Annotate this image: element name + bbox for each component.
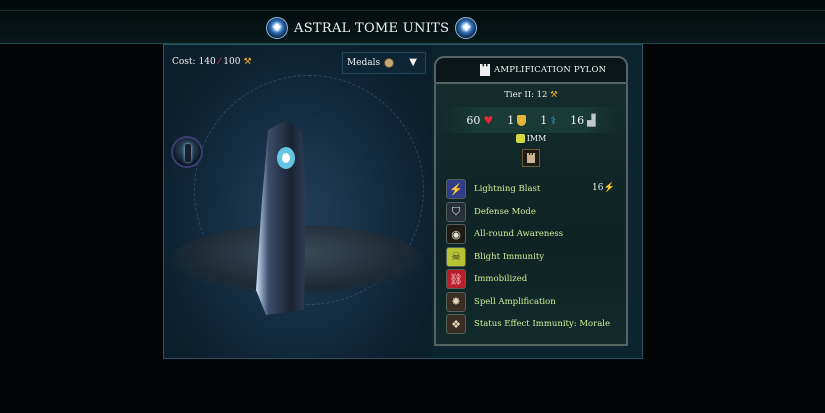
tier-text: Tier II: 12 [504, 90, 548, 100]
stat-defense[interactable]: 1 [507, 113, 527, 127]
resistance-value: 1 [540, 113, 548, 127]
stat-resistance[interactable]: 1 ⚕ [540, 114, 556, 127]
ability-label: Defense Mode [474, 206, 536, 217]
movement-value: 16 [570, 113, 585, 127]
unit-3d-view[interactable]: Cost: 140 ⁄ 100 ⚒ Medals ▼ [164, 45, 432, 358]
ability-status-effect-immunity-morale[interactable]: ❖ Status Effect Immunity: Morale [446, 314, 626, 334]
card-header: AMPLIFICATION PYLON [434, 56, 628, 84]
unit-panel: Cost: 140 ⁄ 100 ⚒ Medals ▼ AMPLIFICATION… [163, 44, 643, 359]
ability-value: 16⚡ [592, 183, 615, 193]
mask-icon: ❖ [446, 314, 466, 334]
unit-name: AMPLIFICATION PYLON [494, 65, 607, 75]
tower-icon [480, 64, 490, 76]
unit-avatar[interactable] [171, 136, 203, 168]
medals-label: Medals [347, 58, 381, 68]
page-title: ASTRAL TOME UNITS [294, 20, 450, 36]
ability-label: Blight Immunity [474, 251, 545, 262]
lightning-icon: ⚡ [603, 183, 615, 193]
pylon-model [256, 120, 306, 315]
star-gem-icon [455, 17, 478, 39]
ability-label: Spell Amplification [474, 296, 556, 307]
resistance-icon: ⚕ [550, 113, 557, 127]
top-bar: ASTRAL TOME UNITS [0, 0, 825, 44]
ability-damage-value: 16 [592, 183, 604, 193]
tier-line: Tier II: 12 ⚒ [436, 90, 626, 100]
cost-mana-value: 140 [198, 57, 216, 67]
cost-label: Cost: [172, 57, 196, 67]
cost-gold-value: 100 [223, 57, 241, 67]
ability-all-round-awareness[interactable]: ◉ All-round Awareness [446, 224, 626, 244]
skull-icon: ☠ [446, 246, 466, 267]
ability-defense-mode[interactable]: ⛉ Defense Mode [446, 201, 626, 222]
divider [0, 10, 825, 11]
eye-icon: ◉ [446, 224, 466, 244]
stat-movement[interactable]: 16 ▟ [570, 114, 595, 127]
mana-icon: ⁄ [218, 57, 221, 67]
ability-blight-immunity[interactable]: ☠ Blight Immunity [446, 246, 626, 267]
stat-hp[interactable]: 60 ♥ [466, 114, 493, 127]
header: ASTRAL TOME UNITS [266, 16, 478, 40]
tower-type-icon[interactable] [522, 149, 540, 167]
immunity-text: IMM [526, 134, 547, 143]
defense-value: 1 [507, 113, 515, 127]
unit-card: AMPLIFICATION PYLON Tier II: 12 ⚒ 60 ♥ 1… [432, 51, 630, 354]
lightning-blast-icon: ⚡ [446, 179, 466, 199]
ability-label: Lightning Blast [474, 184, 541, 194]
burst-icon: ✸ [446, 291, 466, 312]
chevron-down-icon: ▼ [409, 57, 417, 68]
cost-row: Cost: 140 ⁄ 100 ⚒ [172, 57, 252, 67]
ability-lightning-blast[interactable]: ⚡ Lightning Blast 16⚡ [446, 179, 626, 199]
chain-icon: ⛓ [446, 269, 466, 289]
ability-immobilized[interactable]: ⛓ Immobilized [446, 269, 626, 289]
boot-icon: ▟ [587, 113, 596, 127]
gold-icon: ⚒ [243, 57, 252, 67]
card-body: Tier II: 12 ⚒ 60 ♥ 1 1 ⚕ 16 ▟ IMM ⚡ Ligh… [434, 84, 628, 346]
heart-icon: ♥ [483, 113, 494, 127]
immunity-tag[interactable]: IMM [436, 134, 626, 143]
gold-icon: ⚒ [550, 90, 558, 100]
hp-value: 60 [466, 113, 481, 127]
stats-row: 60 ♥ 1 1 ⚕ 16 ▟ [442, 107, 620, 133]
medals-dropdown[interactable]: Medals ▼ [342, 52, 426, 74]
shield-icon: ⛉ [446, 201, 466, 222]
ability-label: Status Effect Immunity: Morale [474, 319, 611, 329]
shield-icon [517, 114, 527, 126]
medal-icon [384, 58, 395, 68]
ability-spell-amplification[interactable]: ✸ Spell Amplification [446, 291, 626, 312]
ability-label: All-round Awareness [474, 229, 564, 239]
ability-label: Immobilized [474, 274, 528, 284]
star-gem-icon [266, 17, 288, 39]
blight-immunity-icon [515, 134, 525, 143]
